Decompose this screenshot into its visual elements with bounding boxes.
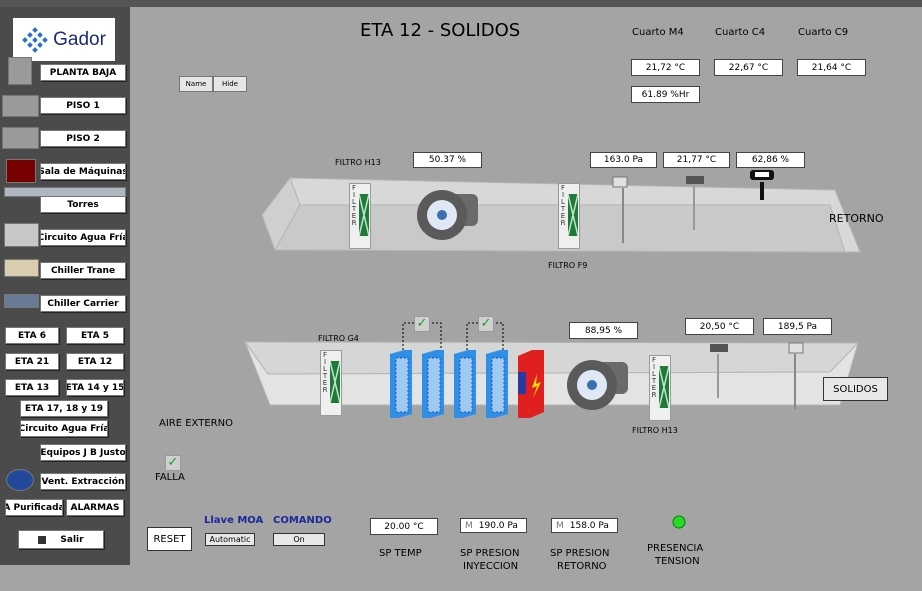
return-humidity-value: 62,86 % [736, 152, 805, 168]
filter-mesh-icon [330, 361, 340, 403]
sp-presion-retorno-label: SP PRESION [550, 548, 610, 559]
tension-label: TENSION [655, 556, 700, 567]
coil-4-icon [486, 350, 508, 418]
supply-filtro-h13-label: FILTRO H13 [632, 426, 678, 435]
sp-presion-inyeccion-label-2: INYECCION [463, 561, 519, 572]
filtro-g4-label: FILTRO G4 [318, 334, 359, 343]
aire-externo-label: AIRE EXTERNO [159, 418, 233, 429]
sp-presion-inyeccion-input[interactable]: M 190.0 Pa [460, 518, 527, 533]
supply-filter-g4: FILTER [320, 350, 342, 416]
filtro-f9-label: FILTRO F9 [548, 261, 588, 270]
valve-1-check-icon: ✓ [414, 316, 430, 332]
sp-presion-retorno-mode: M [556, 520, 564, 531]
sp-presion-retorno-label-2: RETORNO [557, 561, 607, 572]
llave-moa-value: Automatic [205, 533, 255, 546]
return-pressure-value: 163.0 Pa [590, 152, 657, 168]
filter-mesh-icon [659, 366, 669, 408]
sp-presion-retorno-value: 158.0 Pa [569, 520, 609, 531]
llave-moa-label: Llave MOA [204, 515, 264, 526]
falla-label: FALLA [155, 472, 185, 483]
comando-value: On [273, 533, 325, 546]
return-filter-h13: FILTER [349, 183, 371, 249]
falla-check-icon: ✓ [165, 455, 181, 471]
supply-filter-h13: FILTER [649, 355, 671, 421]
electric-heater-icon [518, 350, 544, 418]
sp-presion-retorno-input[interactable]: M 158.0 Pa [551, 518, 618, 533]
supply-fan-value: 88,95 % [569, 322, 638, 339]
presencia-label: PRESENCIA [647, 543, 704, 554]
return-filtro-h13-value: 50.37 % [413, 152, 482, 168]
ahu-diagram [244, 170, 861, 529]
presencia-tension-indicator [672, 515, 686, 529]
sp-temp-input[interactable]: 20.00 °C [370, 518, 438, 535]
coil-1-icon [390, 350, 412, 418]
supply-temp-value: 20,50 °C [685, 318, 754, 335]
sp-presion-inyeccion-label: SP PRESION [460, 548, 520, 559]
retorno-label: RETORNO [829, 212, 884, 225]
sp-presion-inyeccion-mode: M [465, 520, 473, 531]
return-filter-f9: FILTER [558, 183, 580, 249]
coil-2-icon [422, 350, 444, 418]
filter-mesh-icon [359, 194, 369, 236]
coil-3-icon [454, 350, 476, 418]
return-temp-value: 21,77 °C [663, 152, 730, 168]
filter-mesh-icon [568, 194, 578, 236]
reset-button[interactable]: RESET [147, 527, 192, 551]
return-filtro-h13-label: FILTRO H13 [335, 158, 381, 167]
supply-pressure-value: 189,5 Pa [763, 318, 832, 335]
sp-presion-inyeccion-value: 190.0 Pa [478, 520, 518, 531]
sp-temp-label: SP TEMP [379, 548, 422, 559]
solidos-button[interactable]: SOLIDOS [823, 377, 888, 401]
valve-2-check-icon: ✓ [478, 316, 494, 332]
comando-label: COMANDO [273, 515, 332, 526]
